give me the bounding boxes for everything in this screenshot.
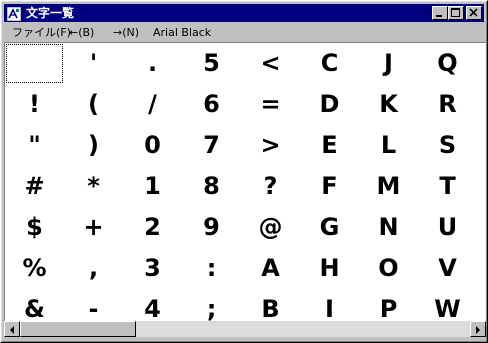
glyph-cell-partial [482, 166, 486, 207]
glyph-cell[interactable]: V [418, 248, 477, 289]
menu-bar: ファイル(F) ←(B) →(N) Arial Black [4, 23, 484, 42]
glyph-cell[interactable]: ( [64, 84, 123, 125]
glyph-cell[interactable]: F [300, 166, 359, 207]
glyph-cell[interactable]: 4 [123, 289, 182, 321]
glyph-cell[interactable]: * [64, 166, 123, 207]
glyph-cell[interactable]: , [64, 248, 123, 289]
character-map-window: 文字一覧 ファイル(F) ←(B) →(N) Arial Black ! " # $%… [0, 0, 488, 343]
glyph-cell[interactable]: ? [241, 166, 300, 207]
glyph-cell[interactable]: " [5, 125, 64, 166]
glyph-cell[interactable]: A [241, 248, 300, 289]
window-title: 文字一覧 [26, 6, 75, 20]
glyph-cell[interactable]: U [418, 207, 477, 248]
glyph-cell[interactable]: - [64, 289, 123, 321]
glyph-cell[interactable]: T [418, 166, 477, 207]
glyph-cell[interactable]: @ [241, 207, 300, 248]
glyph-cell[interactable]: G [300, 207, 359, 248]
minimize-icon [436, 15, 442, 17]
glyph-cell-partial [482, 207, 486, 248]
glyph-cell[interactable]: = [241, 84, 300, 125]
glyph-cell[interactable]: % [5, 248, 64, 289]
glyph-cell[interactable]: N [359, 207, 418, 248]
glyph-cell-partial [482, 125, 486, 166]
glyph-cell[interactable]: > [241, 125, 300, 166]
scroll-left-button[interactable] [4, 321, 20, 337]
title-bar[interactable]: 文字一覧 [4, 4, 484, 22]
glyph-cell[interactable]: 2 [123, 207, 182, 248]
glyph-cell[interactable]: ! [5, 84, 64, 125]
glyph-cell[interactable]: . [123, 43, 182, 84]
glyph-cell[interactable]: C [300, 43, 359, 84]
glyph-cell[interactable]: E [300, 125, 359, 166]
glyph-cell[interactable]: 3 [123, 248, 182, 289]
menu-forward[interactable]: →(N) [109, 24, 143, 41]
minimize-button[interactable] [432, 6, 448, 20]
glyph-cell[interactable]: O [359, 248, 418, 289]
menu-back[interactable]: ←(B) [65, 24, 98, 41]
glyph-cell[interactable]: $ [5, 207, 64, 248]
glyph-cell[interactable]: I [300, 289, 359, 321]
maximize-icon [451, 8, 460, 17]
glyph-cell[interactable]: ' [64, 43, 123, 84]
glyph-cell[interactable]: P [359, 289, 418, 321]
horizontal-scrollbar[interactable] [4, 321, 486, 337]
maximize-button[interactable] [448, 6, 464, 20]
glyph-cell[interactable]: Q [418, 43, 477, 84]
glyph-cell[interactable]: R [418, 84, 477, 125]
glyph-cell[interactable]: / [123, 84, 182, 125]
glyph-cell[interactable]: W [418, 289, 477, 321]
character-grid-area: ! " # $% & '() * +, -./0 1 2 3 4 5 6 7 8 9:; < = >? @ A B C D E F G H… [4, 42, 486, 321]
glyph-cell[interactable]: 1 [123, 166, 182, 207]
glyph-cell[interactable]: L [359, 125, 418, 166]
glyph-cell[interactable]: ; [182, 289, 241, 321]
arrow-left-icon [10, 326, 14, 334]
glyph-cell[interactable]: B [241, 289, 300, 321]
glyph-cell[interactable]: & [5, 289, 64, 321]
glyph-cell[interactable]: K [359, 84, 418, 125]
glyph-cell[interactable] [5, 43, 64, 84]
glyph-cell[interactable]: 0 [123, 125, 182, 166]
glyph-cell[interactable]: D [300, 84, 359, 125]
glyph-cell[interactable]: M [359, 166, 418, 207]
glyph-cell[interactable]: 9 [182, 207, 241, 248]
glyph-cell[interactable]: J [359, 43, 418, 84]
glyph-cell[interactable]: : [182, 248, 241, 289]
glyph-cell[interactable]: + [64, 207, 123, 248]
glyph-cell[interactable]: S [418, 125, 477, 166]
glyph-cell[interactable]: 6 [182, 84, 241, 125]
menu-font-name[interactable]: Arial Black [149, 24, 215, 41]
close-icon [469, 8, 478, 17]
glyph-cell-partial [482, 248, 486, 289]
glyph-cell[interactable]: < [241, 43, 300, 84]
glyph-cell[interactable]: ) [64, 125, 123, 166]
glyph-cell-partial [482, 289, 486, 321]
glyph-cell[interactable]: # [5, 166, 64, 207]
glyph-cell[interactable]: 8 [182, 166, 241, 207]
character-map-app-icon[interactable] [6, 6, 22, 22]
glyph-cell[interactable]: H [300, 248, 359, 289]
glyph-cell-partial [482, 84, 486, 125]
glyph-cell[interactable]: 7 [182, 125, 241, 166]
glyph-cell-partial [482, 43, 486, 84]
arrow-right-icon [476, 326, 480, 334]
glyph-cell[interactable]: 5 [182, 43, 241, 84]
scroll-right-button[interactable] [470, 321, 486, 337]
close-button[interactable] [466, 6, 482, 20]
scrollbar-thumb[interactable] [20, 321, 136, 337]
